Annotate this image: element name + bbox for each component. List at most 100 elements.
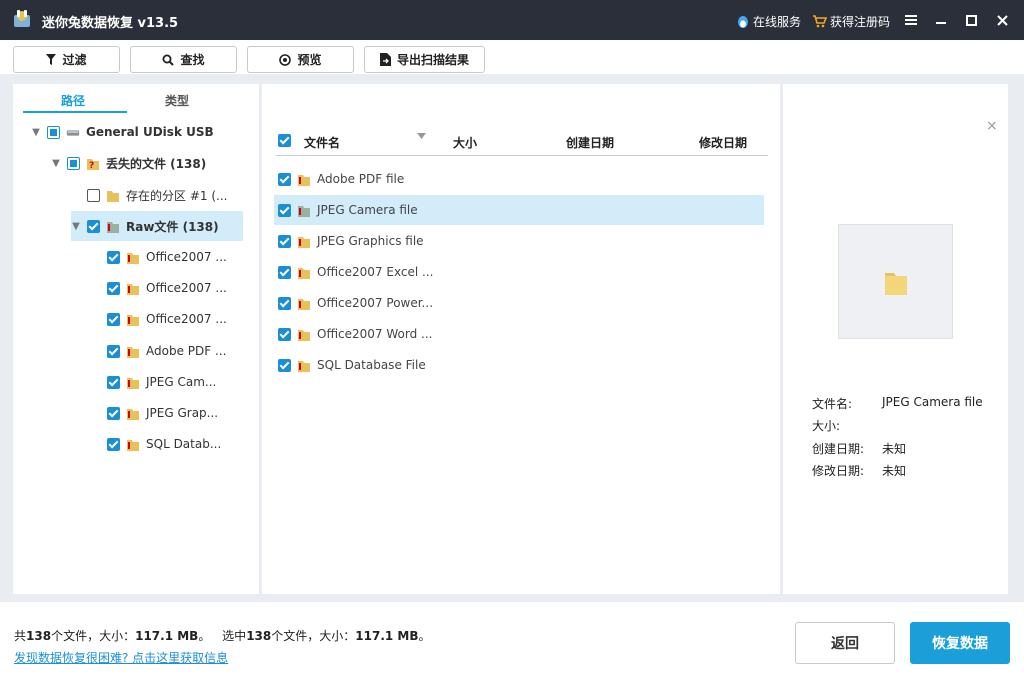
tree-item-lost-files[interactable]: ▼ ? 丢失的文件 (138) bbox=[51, 148, 206, 178]
maximize-icon bbox=[965, 14, 977, 26]
preview-thumbnail bbox=[838, 224, 953, 339]
preview-close-icon[interactable]: × bbox=[986, 118, 998, 134]
minimize-button[interactable] bbox=[931, 10, 951, 30]
row-checkbox[interactable] bbox=[278, 296, 291, 310]
sort-arrow-icon[interactable] bbox=[417, 133, 426, 139]
lost-folder-icon bbox=[127, 314, 139, 326]
menu-button[interactable] bbox=[901, 10, 921, 30]
row-checkbox[interactable] bbox=[278, 234, 291, 248]
row-checkbox[interactable] bbox=[278, 265, 291, 279]
tree-checkbox[interactable] bbox=[107, 406, 120, 420]
column-header-size[interactable]: 大小 bbox=[453, 134, 477, 151]
lost-folder-icon bbox=[298, 236, 310, 248]
tree-checkbox[interactable] bbox=[107, 281, 120, 295]
info-size-label: 大小: bbox=[812, 419, 841, 433]
tab-path[interactable]: 路径 bbox=[61, 92, 85, 109]
file-row[interactable]: Office2007 Power... bbox=[274, 288, 764, 318]
row-checkbox[interactable] bbox=[278, 172, 291, 186]
column-header-created[interactable]: 创建日期 bbox=[566, 134, 614, 151]
tab-type[interactable]: 类型 bbox=[165, 92, 189, 109]
file-row[interactable]: Office2007 Word ... bbox=[274, 319, 764, 349]
export-button[interactable]: 导出扫描结果 bbox=[364, 46, 485, 73]
file-row[interactable]: Office2007 Excel ... bbox=[274, 257, 764, 287]
tree-checkbox[interactable] bbox=[87, 219, 100, 233]
select-all-checkbox[interactable] bbox=[278, 134, 291, 147]
raw-folder-icon bbox=[298, 205, 310, 217]
folder-icon bbox=[107, 190, 119, 202]
summary-total-size: 117.1 MB bbox=[135, 629, 199, 643]
file-name: JPEG Camera file bbox=[317, 203, 418, 217]
tree-checkbox[interactable] bbox=[107, 344, 120, 358]
tree-checkbox[interactable] bbox=[107, 312, 120, 326]
tree-item-label: JPEG Cam... bbox=[146, 375, 217, 389]
preview-button[interactable]: 预览 bbox=[247, 46, 354, 73]
work-area: 路径 类型 ▼ General UDisk USB ▼ ? 丢失的文件 (138… bbox=[0, 74, 1024, 602]
file-list-header: 文件名 大小 创建日期 修改日期 bbox=[276, 126, 768, 156]
tree-checkbox[interactable] bbox=[107, 375, 120, 389]
lost-folder-icon bbox=[298, 360, 310, 372]
lost-folder-icon bbox=[127, 439, 139, 451]
tree-item-label: Office2007 ... bbox=[146, 250, 227, 264]
summary-sel-size: 117.1 MB bbox=[355, 629, 419, 643]
tree-item-jpeg-graphics[interactable]: JPEG Grap... bbox=[107, 398, 218, 428]
info-created-label: 创建日期: bbox=[812, 442, 865, 456]
tree-checkbox[interactable] bbox=[107, 250, 120, 264]
lost-folder-icon bbox=[298, 329, 310, 341]
back-button[interactable]: 返回 bbox=[795, 622, 895, 664]
collapse-arrow-icon[interactable]: ▼ bbox=[71, 221, 81, 232]
tree-checkbox[interactable] bbox=[47, 125, 60, 139]
column-header-name[interactable]: 文件名 bbox=[304, 134, 340, 151]
maximize-button[interactable] bbox=[961, 10, 981, 30]
tree-item-label: Office2007 ... bbox=[146, 281, 227, 295]
file-name: SQL Database File bbox=[317, 358, 426, 372]
tree-item-partition[interactable]: 存在的分区 #1 (... bbox=[71, 180, 227, 210]
online-service-link[interactable]: 在线服务 bbox=[736, 13, 801, 30]
summary-sel-count: 138 bbox=[246, 629, 272, 643]
row-checkbox[interactable] bbox=[278, 358, 291, 372]
file-row[interactable]: JPEG Camera file bbox=[274, 195, 764, 225]
tree-item-office2007-1[interactable]: Office2007 ... bbox=[107, 242, 227, 272]
export-label: 导出扫描结果 bbox=[396, 53, 469, 67]
lost-folder-icon bbox=[298, 267, 310, 279]
lost-folder-icon: ? bbox=[87, 158, 99, 171]
close-button[interactable] bbox=[992, 10, 1012, 30]
usb-drive-icon bbox=[66, 129, 80, 136]
get-code-link[interactable]: 获得注册码 bbox=[812, 13, 890, 30]
row-checkbox[interactable] bbox=[278, 203, 291, 217]
tree-checkbox[interactable] bbox=[87, 188, 100, 202]
active-tab-indicator bbox=[23, 111, 127, 113]
filter-button[interactable]: 过滤 bbox=[13, 46, 120, 73]
recover-button[interactable]: 恢复数据 bbox=[910, 622, 1010, 664]
column-header-modified[interactable]: 修改日期 bbox=[699, 134, 747, 151]
cart-icon bbox=[813, 15, 827, 28]
app-title: 迷你兔数据恢复 v13.5 bbox=[42, 16, 179, 31]
file-row[interactable]: SQL Database File bbox=[274, 350, 764, 380]
svg-text:?: ? bbox=[89, 161, 94, 171]
tree-item-raw-files[interactable]: ▼ Raw文件 (138) bbox=[71, 211, 243, 241]
find-button[interactable]: 查找 bbox=[130, 46, 237, 73]
file-name: Office2007 Power... bbox=[317, 296, 434, 310]
tree-checkbox[interactable] bbox=[67, 156, 80, 170]
tree-item-jpeg-camera[interactable]: JPEG Cam... bbox=[107, 367, 216, 397]
status-bar: 共138个文件，大小：117.1 MB。 选中138个文件，大小：117.1 M… bbox=[0, 602, 1024, 683]
file-row[interactable]: JPEG Graphics file bbox=[274, 226, 764, 256]
eye-icon bbox=[279, 53, 292, 66]
tree-item-udisk[interactable]: ▼ General UDisk USB bbox=[31, 117, 214, 147]
filter-icon bbox=[46, 54, 57, 65]
help-link[interactable]: 发现数据恢复很困难? 点击这里获取信息 bbox=[14, 649, 228, 666]
tree-item-label: SQL Datab... bbox=[146, 437, 222, 451]
collapse-arrow-icon[interactable]: ▼ bbox=[51, 158, 61, 169]
file-row[interactable]: Adobe PDF file bbox=[274, 164, 764, 194]
raw-folder-icon bbox=[107, 221, 119, 233]
collapse-arrow-icon[interactable]: ▼ bbox=[31, 127, 41, 138]
tree-item-adobe-pdf[interactable]: Adobe PDF ... bbox=[107, 336, 226, 366]
tree-item-office2007-2[interactable]: Office2007 ... bbox=[107, 273, 227, 303]
tree-item-sql-database[interactable]: SQL Datab... bbox=[107, 429, 221, 459]
tree-item-office2007-3[interactable]: Office2007 ... bbox=[107, 304, 227, 334]
online-service-label: 在线服务 bbox=[753, 15, 802, 29]
search-icon bbox=[162, 54, 175, 66]
row-checkbox[interactable] bbox=[278, 327, 291, 341]
tree-item-label: 丢失的文件 (138) bbox=[106, 156, 207, 171]
tree-checkbox[interactable] bbox=[107, 437, 120, 451]
tree-item-label: JPEG Grap... bbox=[146, 406, 219, 420]
